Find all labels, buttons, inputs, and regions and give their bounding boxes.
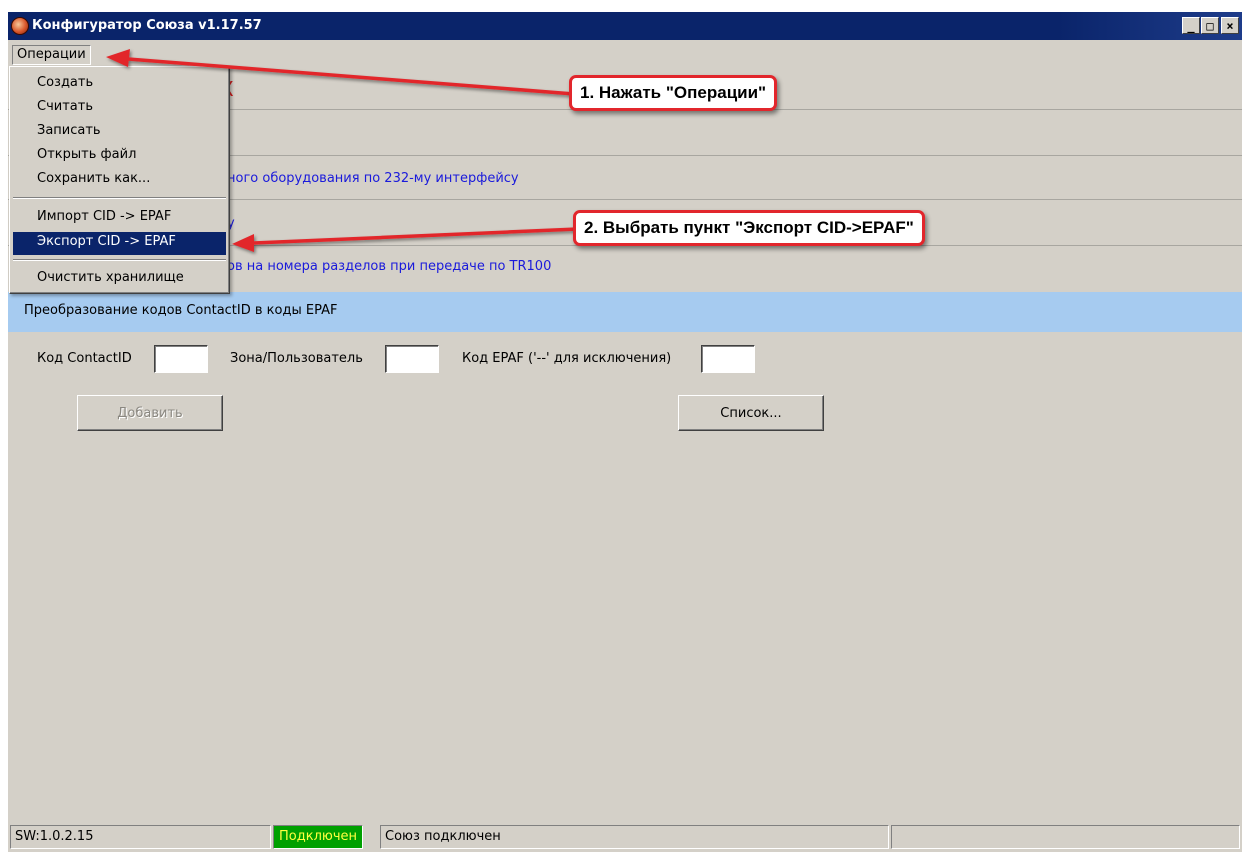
status-panel-empty	[891, 825, 1240, 849]
status-bar: SW:1.0.2.15 Подключен Союз подключен	[8, 825, 1242, 852]
connection-status-badge: Подключен	[273, 825, 363, 849]
connection-message: Союз подключен	[380, 825, 889, 849]
epaf-code-input[interactable]	[701, 345, 755, 373]
row-link-tr100[interactable]: ов на номера разделов при передаче по TR…	[227, 259, 551, 274]
list-button[interactable]: Список...	[678, 395, 824, 431]
menu-separator	[13, 259, 226, 261]
app-logo-icon	[11, 17, 29, 35]
menu-item-save-as[interactable]: Сохранить как...	[13, 169, 226, 192]
menu-item-open-file[interactable]: Открыть файл	[13, 145, 226, 168]
menu-item-clear-storage[interactable]: Очистить хранилище	[13, 268, 226, 291]
menu-bar: Операции	[8, 42, 1242, 66]
title-bar[interactable]: Конфигуратор Союза v1.17.57 _ □ ×	[8, 12, 1242, 40]
zone-user-label: Зона/Пользователь	[230, 351, 363, 366]
maximize-button[interactable]: □	[1201, 17, 1219, 34]
section-header: Преобразование кодов ContactID в коды EP…	[8, 292, 1242, 332]
section-title: Преобразование кодов ContactID в коды EP…	[24, 303, 338, 318]
menu-operations[interactable]: Операции	[12, 45, 91, 65]
callout-step-1: 1. Нажать "Операции"	[569, 75, 778, 111]
add-button[interactable]: Добавить	[77, 395, 223, 431]
window-title: Конфигуратор Союза v1.17.57	[32, 18, 262, 33]
menu-item-read[interactable]: Считать	[13, 97, 226, 120]
menu-item-write[interactable]: Записать	[13, 121, 226, 144]
menu-item-import-cid-epaf[interactable]: Импорт CID -> EPAF	[13, 207, 226, 230]
contact-id-input[interactable]	[154, 345, 208, 373]
minimize-button[interactable]: _	[1182, 17, 1200, 34]
contact-id-label: Код ContactID	[37, 351, 132, 366]
zone-user-input[interactable]	[385, 345, 439, 373]
row-link-rs232[interactable]: ного оборудования по 232-му интерфейсу	[227, 171, 519, 186]
sw-version: SW:1.0.2.15	[10, 825, 271, 849]
menu-separator	[13, 197, 226, 199]
operations-dropdown-menu: Создать Считать Записать Открыть файл Со…	[9, 66, 230, 294]
menu-item-create[interactable]: Создать	[13, 73, 226, 96]
epaf-code-label: Код EPAF ('--' для исключения)	[462, 351, 672, 366]
close-button[interactable]: ×	[1221, 17, 1239, 34]
callout-step-2: 2. Выбрать пункт "Экспорт CID->EPAF"	[573, 210, 925, 246]
menu-item-export-cid-epaf[interactable]: Экспорт CID -> EPAF	[13, 232, 226, 255]
